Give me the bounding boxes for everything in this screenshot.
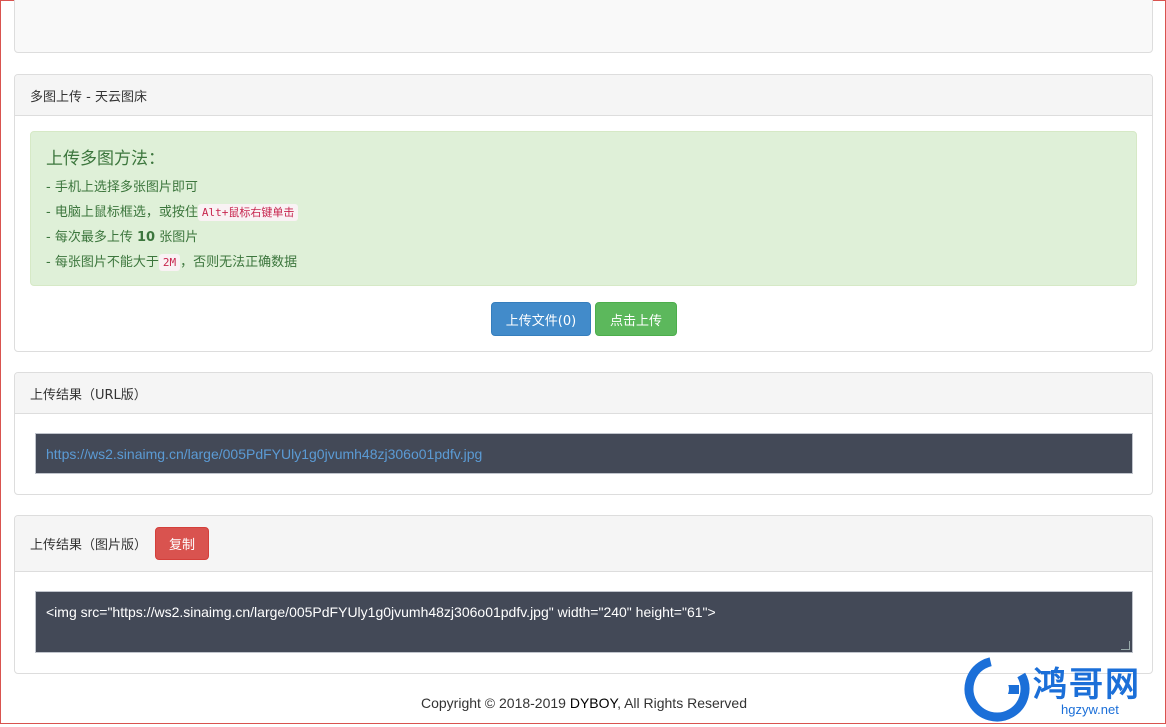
url-result-heading: 上传结果（URL版） <box>15 373 1152 414</box>
img-result-title: 上传结果（图片版） <box>30 538 148 553</box>
size-limit-code: 2M <box>158 254 181 271</box>
shortcut-code: Alt+鼠标右键单击 <box>197 204 299 221</box>
instruction-line-limit: - 每次最多上传 10 张图片 <box>46 230 199 245</box>
html-code-textarea[interactable]: <img src="https://ws2.sinaimg.cn/large/0… <box>35 591 1133 653</box>
logo-g-icon <box>964 656 1030 722</box>
result-url-link[interactable]: https://ws2.sinaimg.cn/large/005PdFYUly1… <box>46 446 482 462</box>
instruction-line-size: - 每张图片不能大于 2M ，否则无法正确数据 <box>46 254 298 271</box>
top-panel <box>14 0 1153 53</box>
upload-panel-heading: 多图上传 - 天云图床 <box>15 75 1152 116</box>
resize-handle-icon[interactable] <box>1121 641 1130 650</box>
copy-button[interactable]: 复制 <box>155 527 210 560</box>
watermark-text: 鸿哥网 <box>1033 665 1141 705</box>
url-result-panel: 上传结果（URL版） https://ws2.sinaimg.cn/large/… <box>14 372 1153 495</box>
instruction-line-desktop: - 电脑上鼠标框选，或按住 Alt+鼠标右键单击 <box>46 203 1121 222</box>
img-result-heading: 上传结果（图片版） 复制 <box>15 516 1152 572</box>
instruction-line-mobile: - 手机上选择多张图片即可 <box>46 180 198 195</box>
upload-instructions-alert: 上传多图方法： - 手机上选择多张图片即可 - 电脑上鼠标框选，或按住 Alt+鼠… <box>30 131 1137 286</box>
upload-panel-title: 多图上传 - 天云图床 <box>30 89 147 105</box>
choose-files-button[interactable]: 上传文件(0) <box>491 302 591 336</box>
upload-button[interactable]: 点击上传 <box>595 302 677 336</box>
url-result-title: 上传结果（URL版） <box>30 387 147 403</box>
url-result-box[interactable]: https://ws2.sinaimg.cn/large/005PdFYUly1… <box>35 433 1133 474</box>
watermark-logo: 鸿哥网 hgzyw.net <box>963 655 1163 723</box>
img-result-panel: 上传结果（图片版） 复制 <img src="https://ws2.sinai… <box>14 515 1153 674</box>
max-count: 10 <box>136 230 156 245</box>
watermark-url: hgzyw.net <box>1061 702 1119 717</box>
instructions-heading: 上传多图方法： <box>46 149 165 169</box>
upload-panel: 多图上传 - 天云图床 上传多图方法： - 手机上选择多张图片即可 - 电脑上鼠… <box>14 74 1153 352</box>
footer-brand-link[interactable]: DYBOY <box>570 695 617 711</box>
html-code-text: <img src="https://ws2.sinaimg.cn/large/0… <box>46 604 716 620</box>
